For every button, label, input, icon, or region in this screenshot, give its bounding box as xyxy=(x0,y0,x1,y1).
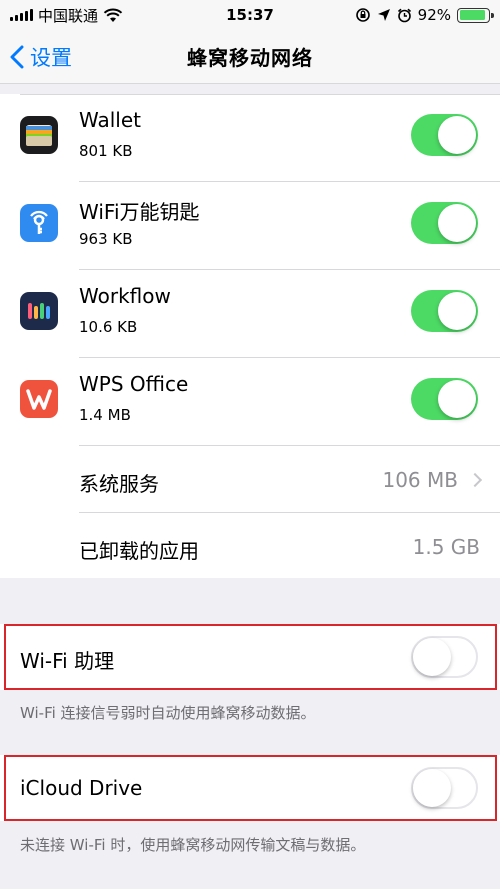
navigation-bar: 设置 蜂窝移动网络 xyxy=(0,30,500,84)
app-row-wifi-key: WiFi万能钥匙 963 KB xyxy=(0,182,500,270)
back-label: 设置 xyxy=(30,46,72,70)
battery-fill xyxy=(459,10,486,20)
wallet-icon xyxy=(20,116,58,154)
orientation-lock-icon xyxy=(355,8,370,22)
toggle-knob xyxy=(438,116,476,154)
icloud-drive-highlight xyxy=(4,755,497,821)
app-name: WiFi万能钥匙 xyxy=(79,200,200,224)
back-button[interactable]: 设置 xyxy=(10,30,72,84)
wallet-cellular-toggle[interactable] xyxy=(411,114,478,156)
workflow-cellular-toggle[interactable] xyxy=(411,290,478,332)
app-row-workflow: Workflow 10.6 KB xyxy=(0,270,500,358)
wifi-assist-footnote: Wi-Fi 连接信号弱时自动使用蜂窝移动数据。 xyxy=(20,704,316,722)
toggle-knob xyxy=(438,292,476,330)
wifi-key-cellular-toggle[interactable] xyxy=(411,202,478,244)
chevron-right-icon xyxy=(467,472,483,488)
app-name: Workflow xyxy=(79,284,171,308)
uninstalled-apps-label: 已卸载的应用 xyxy=(79,539,199,563)
app-row-wallet: Wallet 801 KB xyxy=(0,94,500,182)
toggle-knob xyxy=(438,204,476,242)
app-name: Wallet xyxy=(79,108,142,132)
app-row-wps-office: WPS Office 1.4 MB xyxy=(0,358,500,446)
carrier-name: 中国联通 xyxy=(38,6,99,25)
workflow-icon xyxy=(20,292,58,330)
chevron-left-icon xyxy=(10,45,24,69)
status-bar: 中国联通 15:37 92% xyxy=(0,0,500,30)
icloud-drive-footnote: 未连接 Wi-Fi 时，使用蜂窝移动网传输文稿与数据。 xyxy=(20,836,366,854)
wps-office-cellular-toggle[interactable] xyxy=(411,378,478,420)
app-name: WPS Office xyxy=(79,372,189,396)
uninstalled-apps-value-wrap: 1.5 GB xyxy=(413,535,480,559)
app-size: 801 KB xyxy=(79,142,133,160)
system-services-row[interactable]: 系统服务 106 MB xyxy=(0,446,500,514)
uninstalled-apps-value: 1.5 GB xyxy=(412,535,480,559)
battery-percent: 92% xyxy=(417,6,451,24)
app-size: 1.4 MB xyxy=(79,406,131,424)
toggle-knob xyxy=(438,380,476,418)
battery-icon xyxy=(457,7,494,23)
wifi-assist-highlight xyxy=(4,624,497,690)
system-services-value-wrap: 106 MB xyxy=(382,468,483,492)
status-left: 中国联通 xyxy=(10,5,123,26)
app-size: 10.6 KB xyxy=(79,318,138,336)
page-title: 蜂窝移动网络 xyxy=(187,46,313,70)
location-icon xyxy=(377,9,390,21)
system-services-value: 106 MB xyxy=(382,468,458,492)
system-services-label: 系统服务 xyxy=(79,472,159,496)
wps-office-icon xyxy=(20,380,58,418)
status-right: 92% xyxy=(355,6,494,24)
wifi-key-icon xyxy=(20,204,58,242)
alarm-icon xyxy=(397,8,411,22)
uninstalled-apps-row: 已卸载的应用 1.5 GB xyxy=(0,513,500,581)
signal-strength-icon xyxy=(10,9,33,21)
app-usage-list: Wallet 801 KB WiFi万能钥匙 963 KB Workflow 1… xyxy=(0,94,500,578)
wifi-icon xyxy=(103,8,123,22)
app-size: 963 KB xyxy=(79,230,133,248)
